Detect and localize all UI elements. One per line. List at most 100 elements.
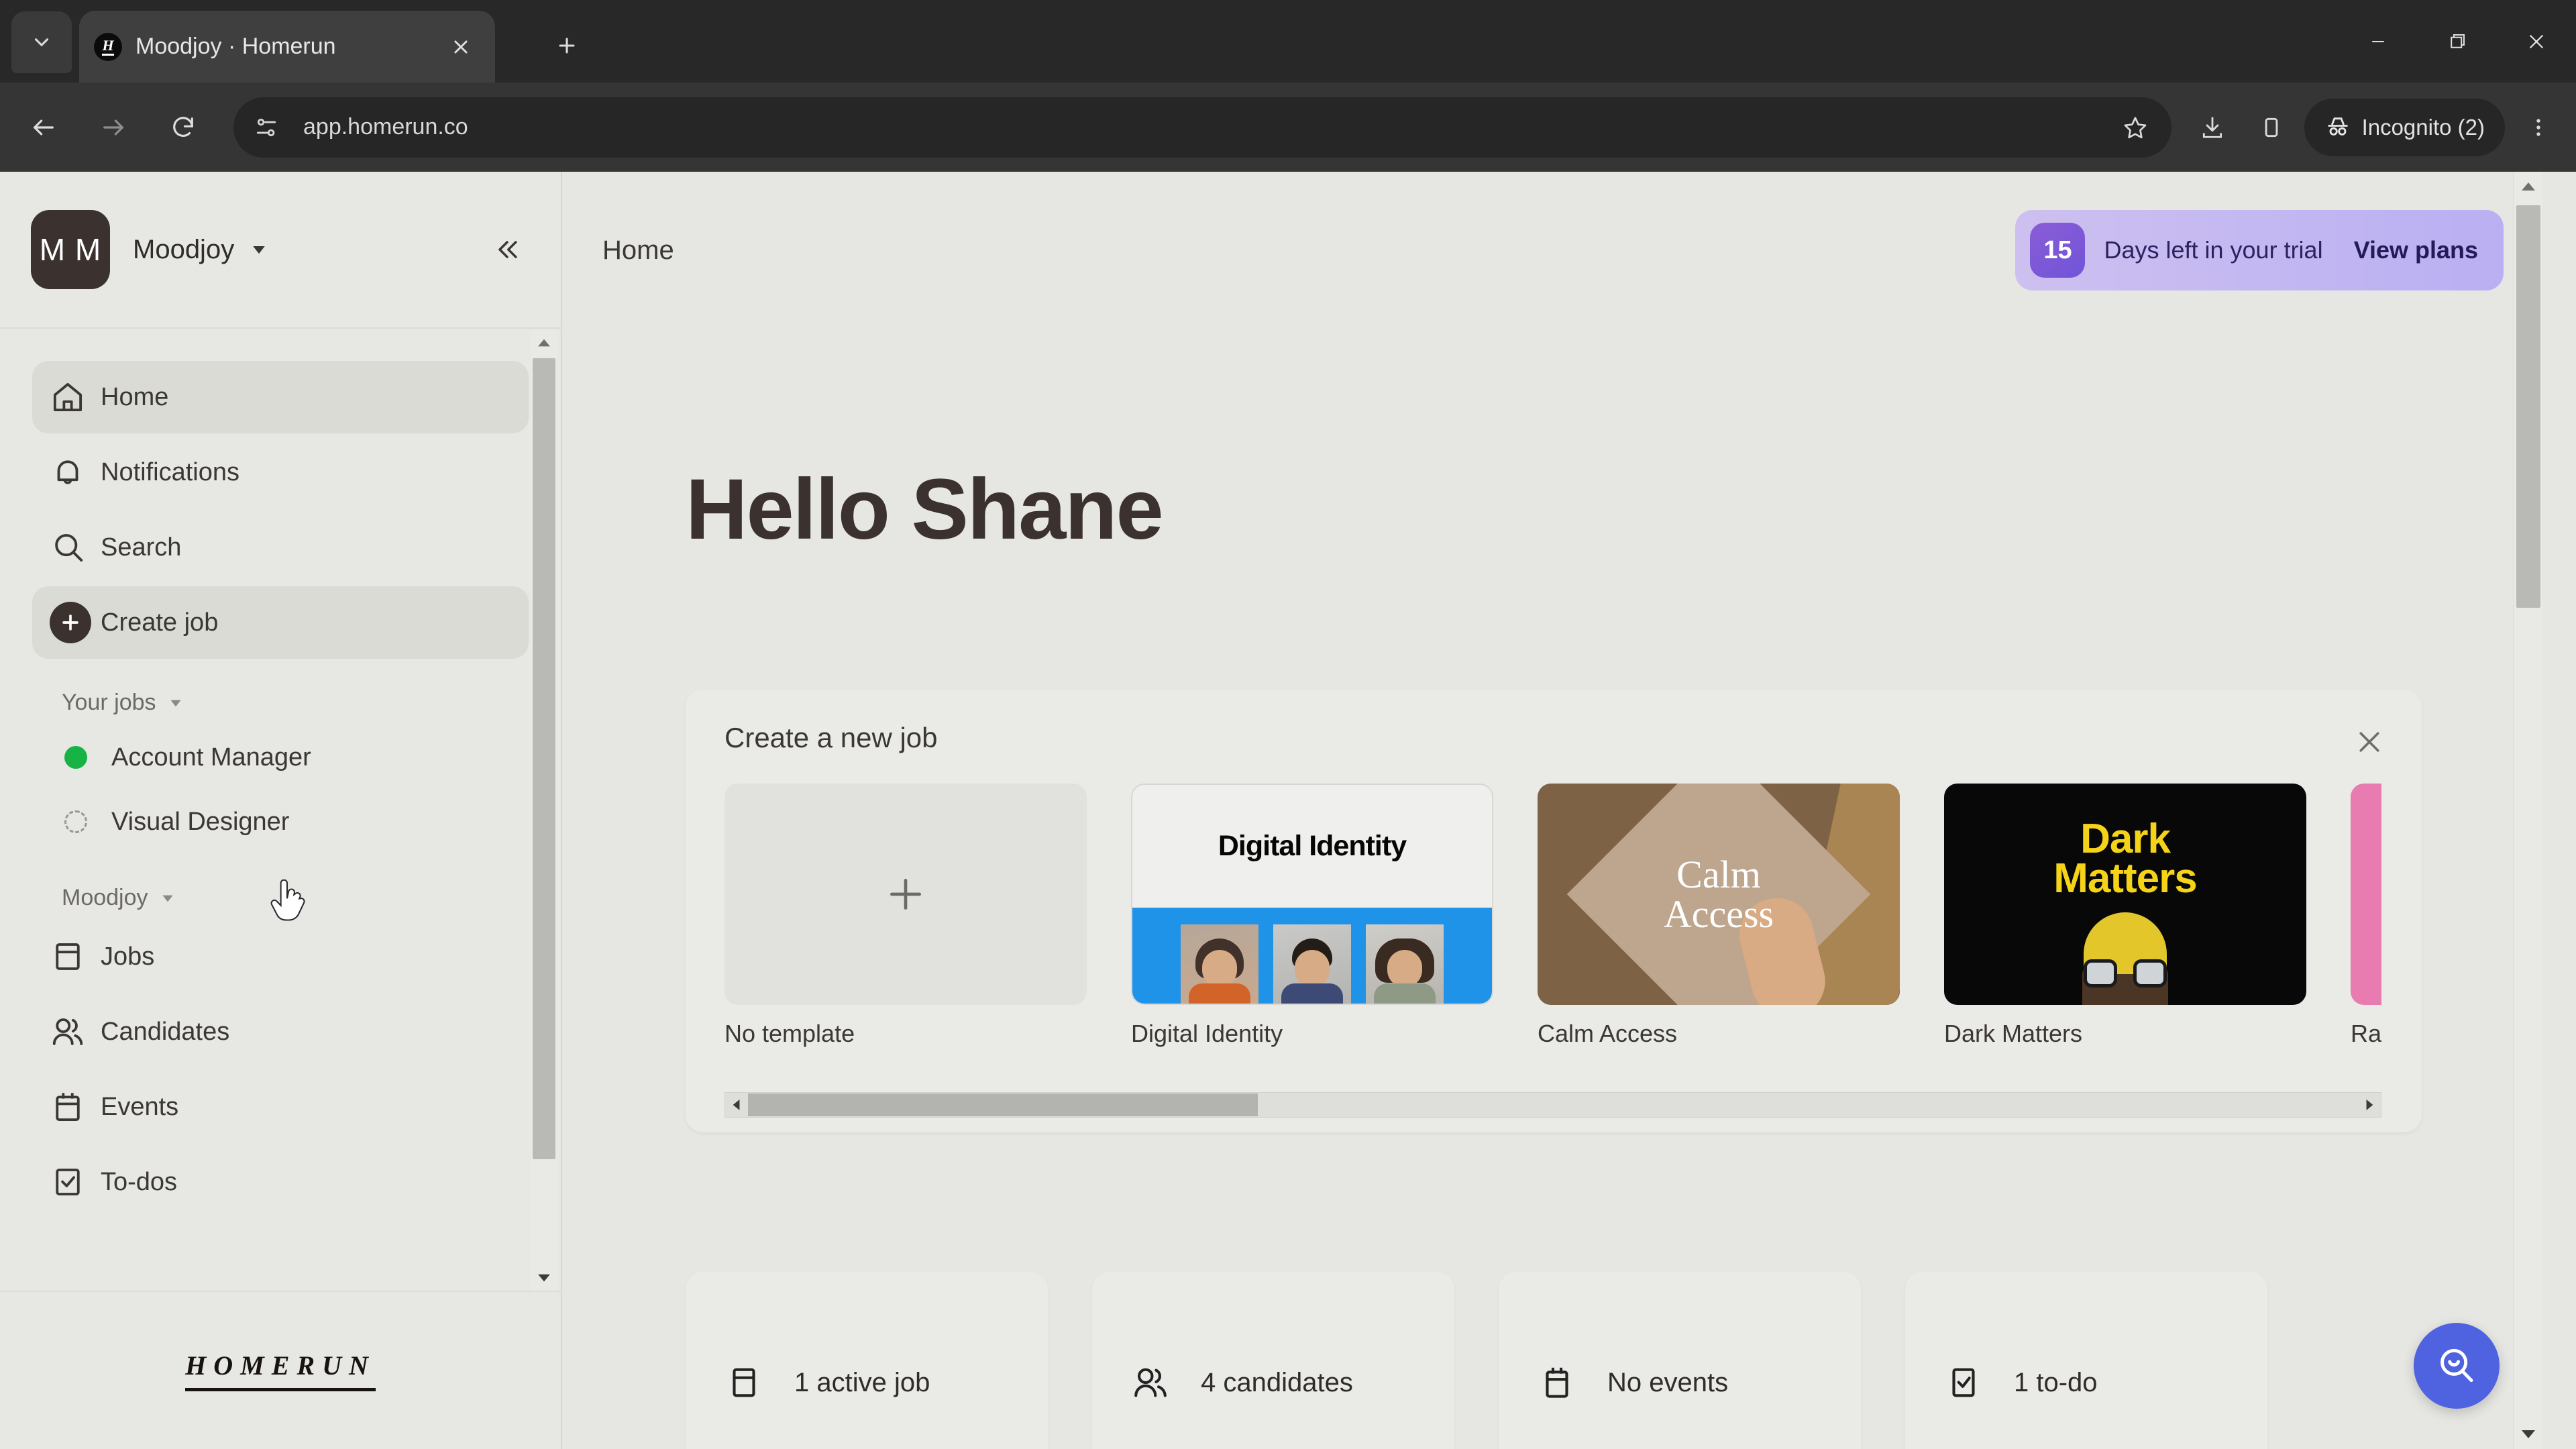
template-thumb-photos [1132,907,1492,1004]
sidebar-item-jobs[interactable]: Jobs [32,920,529,993]
sidebar-section-your-jobs[interactable]: Your jobs [62,690,529,716]
search-help-icon [2440,1348,2473,1383]
side-panel-button[interactable] [2245,101,2298,154]
sidebar-item-search[interactable]: Search [32,511,529,584]
stat-card-events[interactable]: No events [1499,1272,1861,1449]
new-tab-button[interactable] [545,23,589,68]
sidebar-scrollbar[interactable] [531,330,557,1291]
search-icon [50,529,101,566]
reload-button[interactable] [157,101,209,154]
template-card-calm-access[interactable]: Calm Access Calm Access [1538,784,1900,1065]
template-card-dark-matters[interactable]: Dark Matters Dark Matters [1944,784,2306,1065]
template-card-digital-identity[interactable]: Digital Identity Digital Identity [1131,784,1493,1065]
triangle-up-icon [2522,182,2535,191]
sidebar-job-visual-designer[interactable]: Visual Designer [32,790,529,854]
scroll-left-button[interactable] [725,1093,748,1117]
web-page: M M Moodjoy Home Notifications Search Cr… [0,172,2576,1449]
status-dot-published [64,746,87,769]
chevron-down-icon [170,700,181,706]
minimize-button[interactable] [2339,0,2418,83]
site-favicon: H [94,32,122,61]
scrollbar-thumb[interactable] [2516,205,2540,608]
home-icon [50,379,101,415]
sidebar-item-candidates[interactable]: Candidates [32,996,529,1068]
main-topbar: Home 15 Days left in your trial View pla… [564,172,2542,329]
dismiss-create-job-card-button[interactable] [2345,718,2394,766]
stat-label: 1 active job [794,1367,930,1397]
plus-icon [559,38,575,54]
profile-chip[interactable]: Incognito (2) [2304,98,2505,156]
template-carousel[interactable]: No template Digital Identity Digital Ide… [724,784,2381,1065]
sidebar-item-home[interactable]: Home [32,361,529,433]
sidebar-item-notifications[interactable]: Notifications [32,436,529,508]
scrollbar-thumb[interactable] [533,358,555,1159]
site-settings-icon [256,118,276,136]
help-search-button[interactable] [2414,1323,2500,1409]
view-plans-link[interactable]: View plans [2354,236,2478,264]
sidebar-section-workspace[interactable]: Moodjoy [62,885,529,911]
template-card-radiant[interactable]: Rad [2351,784,2381,1065]
sidebar-item-label: Search [101,533,182,561]
scroll-up-button[interactable] [2514,172,2542,201]
template-name: Calm Access [1538,1020,1678,1047]
create-job-card-title: Create a new job [724,722,938,753]
scrollbar-thumb[interactable] [748,1093,1258,1116]
workspace-avatar: M M [31,210,110,289]
checkbox-icon [1944,1363,1995,1402]
site-info-button[interactable] [243,104,290,151]
triangle-right-icon [2366,1099,2373,1110]
scrollbar-track[interactable] [748,1093,2358,1117]
reload-icon [173,116,193,137]
template-thumbnail [724,784,1087,1005]
checkbox-icon [50,1164,101,1200]
page-scrollbar[interactable] [2513,172,2542,1449]
maximize-button[interactable] [2418,0,2497,83]
jobs-icon [724,1363,775,1402]
scroll-down-button[interactable] [531,1265,557,1291]
sidebar-job-account-manager[interactable]: Account Manager [32,725,529,790]
window-close-button[interactable] [2497,0,2576,83]
plus-icon [890,879,921,910]
scroll-right-button[interactable] [2358,1093,2381,1117]
chrome-menu-button[interactable] [2510,99,2567,156]
tab-search-button[interactable] [11,11,72,73]
close-icon [2530,34,2543,48]
homerun-logo: HOMERUN [185,1350,376,1391]
template-thumbnail: Calm Access [1538,784,1900,1005]
stat-card-candidates[interactable]: 4 candidates [1092,1272,1454,1449]
back-button[interactable] [17,101,70,154]
sidebar-item-create-job[interactable]: Create job [32,586,529,659]
back-arrow-icon [34,119,54,136]
sidebar-item-label: Notifications [101,458,239,486]
template-thumb-text-line2: Matters [2053,855,2198,902]
sidebar-item-label: Home [101,382,169,411]
template-carousel-scrollbar[interactable] [724,1092,2381,1118]
scroll-up-button[interactable] [531,330,557,356]
template-thumbnail [2351,784,2381,1005]
stat-card-to-dos[interactable]: 1 to-do [1905,1272,2267,1449]
browser-tab[interactable]: H Moodjoy · Homerun [79,11,495,83]
sidebar-item-label: Jobs [101,942,155,971]
sidebar-nav: Home Notifications Search Create job You… [0,329,562,1218]
stat-card-active-jobs[interactable]: 1 active job [686,1272,1048,1449]
collapse-sidebar-button[interactable] [483,225,531,274]
workspace-switcher[interactable]: M M Moodjoy [0,172,561,329]
sidebar-item-events[interactable]: Events [32,1071,529,1143]
stat-label: No events [1607,1367,1729,1397]
download-icon [2202,116,2222,138]
downloads-button[interactable] [2186,101,2239,154]
address-bar[interactable]: app.homerun.co [233,97,2171,158]
bookmark-button[interactable] [2111,103,2159,152]
sidebar-footer: HOMERUN [0,1291,561,1449]
url-text: app.homerun.co [303,114,468,140]
breadcrumb: Home [602,235,674,265]
sidebar-item-to-dos[interactable]: To-dos [32,1146,529,1218]
trial-banner[interactable]: 15 Days left in your trial View plans [2015,210,2504,290]
workspace-caret[interactable] [249,239,269,260]
template-card-no-template[interactable]: No template [724,784,1087,1065]
template-name: No template [724,1020,855,1047]
scroll-down-button[interactable] [2514,1419,2542,1449]
template-thumb-text-line1: Calm [1676,852,1761,896]
forward-button[interactable] [87,101,140,154]
tab-close-button[interactable] [441,28,480,66]
